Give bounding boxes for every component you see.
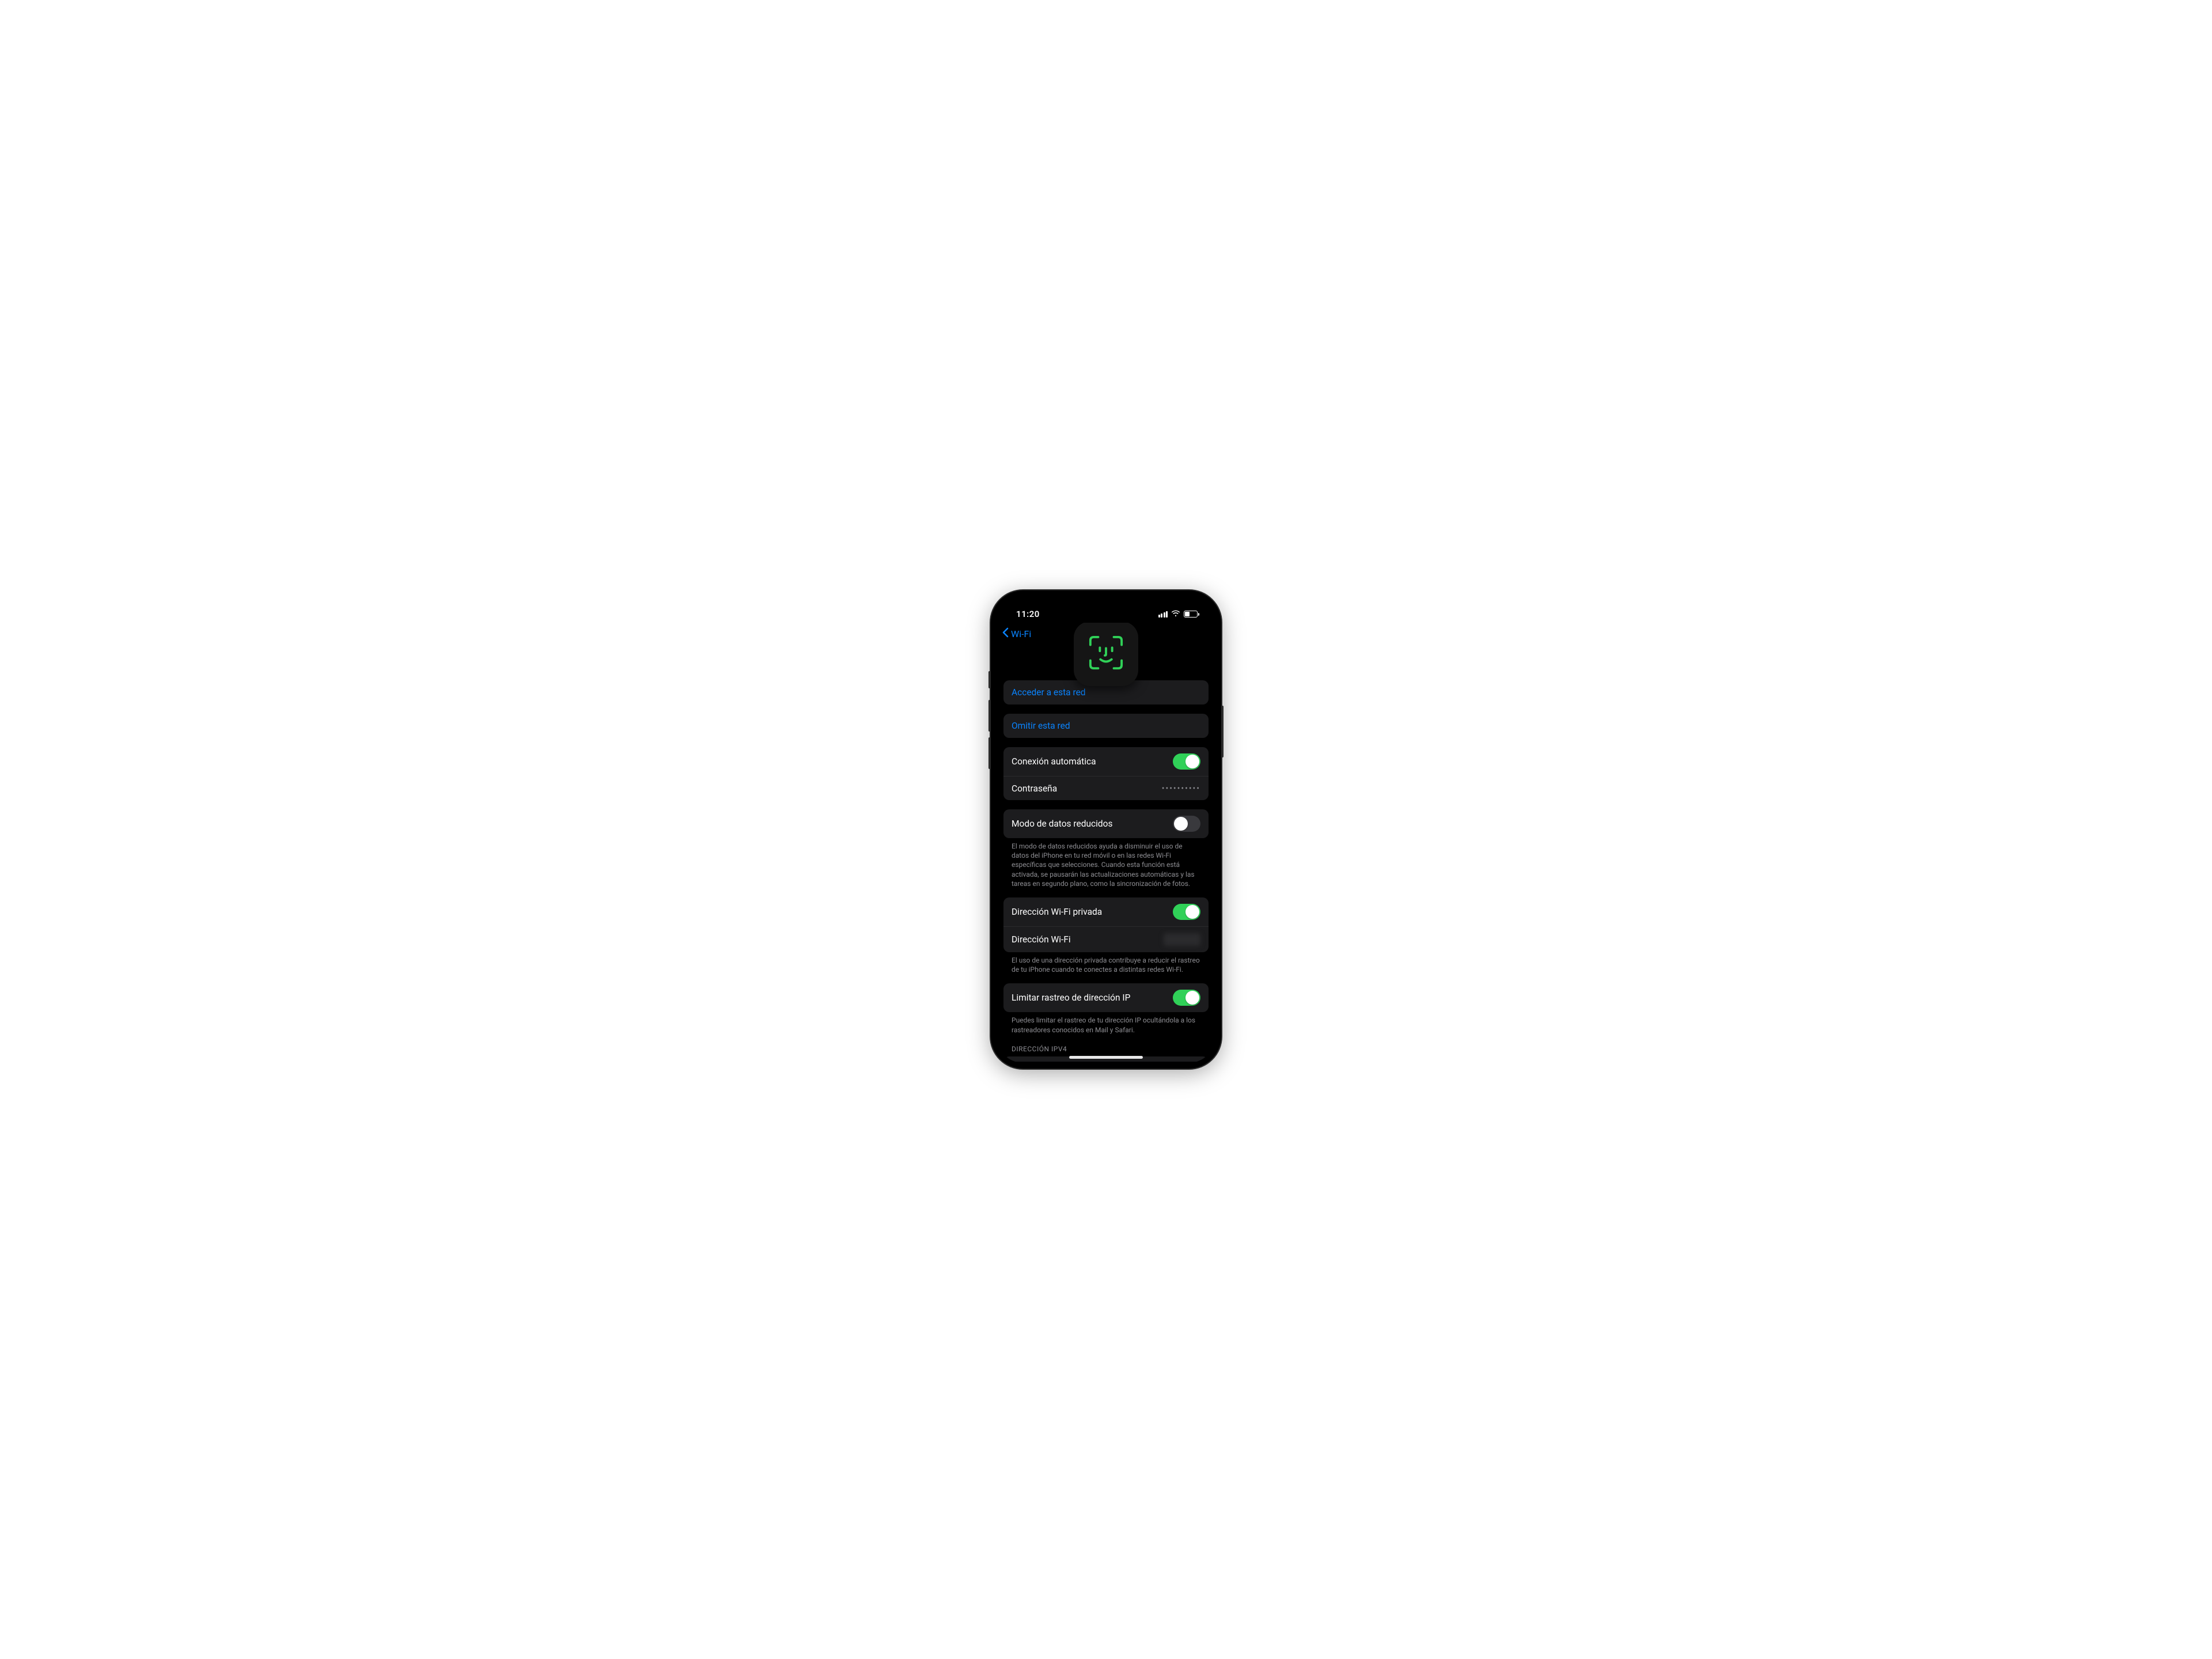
join-network-label: Acceder a esta red (1012, 687, 1086, 698)
auto-join-row: Conexión automática (1003, 747, 1209, 776)
limit-ip-toggle[interactable] (1173, 990, 1200, 1006)
wifi-icon (1171, 609, 1180, 619)
private-address-label: Dirección Wi-Fi privada (1012, 907, 1102, 917)
forget-network-button[interactable]: Omitir esta red (1003, 714, 1209, 738)
low-data-toggle[interactable] (1173, 816, 1200, 832)
low-data-footer: El modo de datos reducidos ayuda a dismi… (1003, 838, 1209, 888)
face-id-prompt (1074, 622, 1138, 686)
power-button (1221, 706, 1224, 757)
limit-ip-label: Limitar rastreo de dirección IP (1012, 993, 1130, 1003)
auto-join-label: Conexión automática (1012, 756, 1096, 767)
chevron-left-icon (1002, 627, 1009, 640)
low-data-row: Modo de datos reducidos (1003, 809, 1209, 838)
screen: 11:20 40 Wi-Fi (997, 596, 1215, 1063)
password-row[interactable]: Contraseña •••••••••• (1003, 776, 1209, 800)
wifi-address-value (1164, 933, 1200, 946)
ipv4-section-header: DIRECCIÓN IPV4 (1003, 1035, 1209, 1055)
low-data-label: Modo de datos reducidos (1012, 819, 1112, 829)
password-value: •••••••••• (1162, 784, 1200, 793)
auto-join-toggle[interactable] (1173, 753, 1200, 770)
status-time: 11:20 (1016, 609, 1040, 619)
cellular-icon (1158, 611, 1168, 618)
limit-ip-footer: Puedes limitar el rastreo de tu direcció… (1003, 1012, 1209, 1034)
back-label: Wi-Fi (1011, 628, 1031, 639)
mute-switch (988, 671, 991, 688)
private-address-footer: El uso de una dirección privada contribu… (1003, 952, 1209, 974)
private-address-row: Dirección Wi-Fi privada (1003, 897, 1209, 926)
wifi-address-row: Dirección Wi-Fi (1003, 926, 1209, 952)
phone-frame: 11:20 40 Wi-Fi (991, 590, 1221, 1069)
home-indicator[interactable] (1069, 1056, 1143, 1059)
private-address-toggle[interactable] (1173, 904, 1200, 920)
forget-network-label: Omitir esta red (1012, 721, 1070, 731)
dynamic-island (1071, 603, 1141, 623)
wifi-address-label: Dirección Wi-Fi (1012, 934, 1071, 945)
volume-up-button (988, 700, 991, 732)
limit-ip-row: Limitar rastreo de dirección IP (1003, 983, 1209, 1012)
password-label: Contraseña (1012, 783, 1057, 794)
face-id-icon (1088, 635, 1124, 673)
battery-icon: 40 (1184, 611, 1199, 618)
volume-down-button (988, 737, 991, 769)
